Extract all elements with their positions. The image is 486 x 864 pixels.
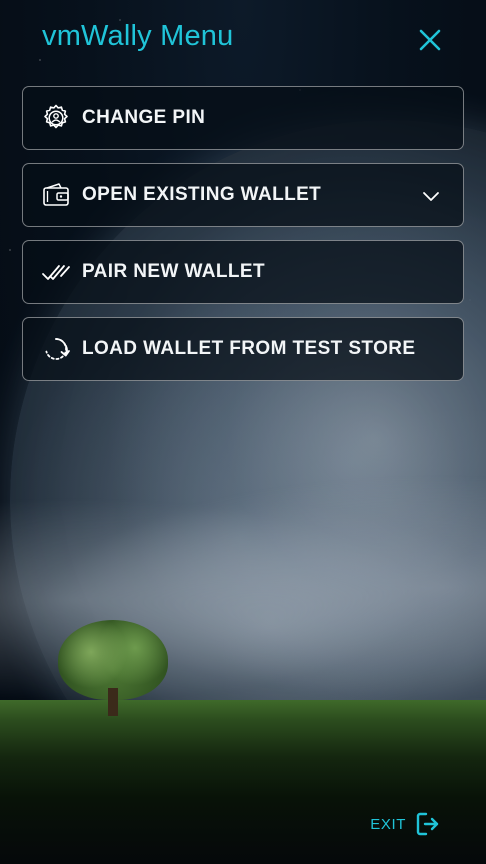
change-pin-label: CHANGE PIN [82,107,206,128]
close-icon[interactable] [416,26,444,54]
wallet-icon [41,180,71,210]
menu-header: vmWally Menu [0,0,486,80]
exit-button[interactable]: EXIT [370,811,440,837]
reload-icon [41,334,71,364]
menu-title: vmWally Menu [42,20,234,52]
load-wallet-from-test-store-button[interactable]: LOAD WALLET FROM TEST STORE [22,317,464,381]
grass-ground-image [0,700,486,864]
exit-icon [416,812,439,836]
change-pin-button[interactable]: CHANGE PIN [22,86,464,150]
settings-user-icon [41,103,71,133]
tree-image [58,620,168,720]
open-existing-wallet-button[interactable]: OPEN EXISTING WALLET [22,163,464,227]
pair-new-wallet-label: PAIR NEW WALLET [82,261,265,282]
pair-new-wallet-button[interactable]: PAIR NEW WALLET [22,240,464,304]
chevron-down-icon[interactable] [421,186,441,206]
open-existing-wallet-label: OPEN EXISTING WALLET [82,184,322,205]
menu-list: CHANGE PIN OPEN EXISTING WALLET PAIR NEW [22,86,464,394]
double-check-icon [41,257,71,287]
load-wallet-from-test-store-label: LOAD WALLET FROM TEST STORE [82,338,416,359]
exit-label: EXIT [370,815,406,833]
tree-trunk [108,688,118,716]
